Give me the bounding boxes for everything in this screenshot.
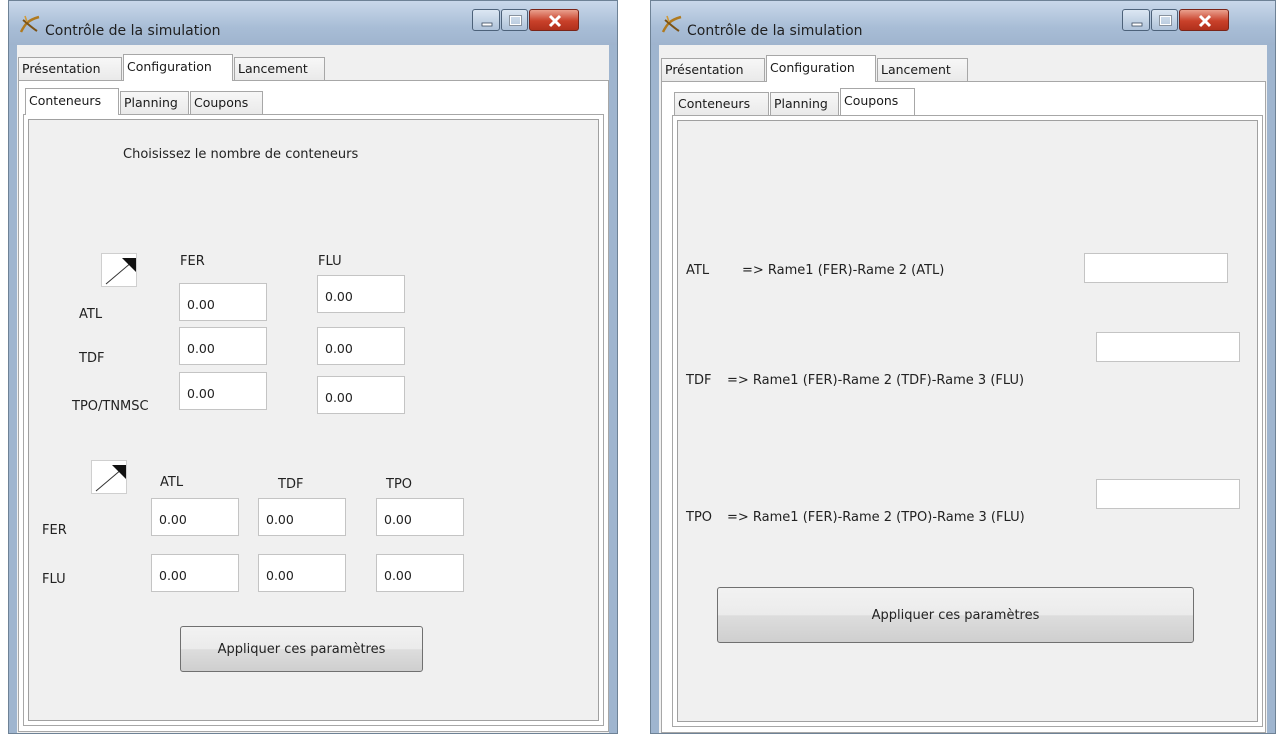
minimize-icon: [481, 22, 493, 27]
tab-planning[interactable]: Planning: [770, 92, 839, 116]
configuration-panel: Conteneurs Planning Coupons ATL => Rame1…: [661, 81, 1266, 733]
grid2-row-label: FER: [42, 523, 67, 538]
window-client: Présentation Configuration Lancement Con…: [659, 45, 1267, 733]
tab-coupons[interactable]: Coupons: [840, 88, 915, 115]
minimize-button[interactable]: [1122, 9, 1150, 31]
grid1-col-header: FLU: [318, 254, 342, 269]
flu-tpo-field[interactable]: [376, 554, 464, 592]
coupons-content: ATL => Rame1 (FER)-Rame 2 (ATL) TDF => R…: [677, 120, 1258, 722]
tab-label: Coupons: [194, 95, 249, 110]
conteneurs-panel: Choisissez le nombre de conteneurs FER F…: [23, 114, 604, 726]
grid1-row-label: TPO/TNMSC: [72, 399, 149, 414]
tab-configuration[interactable]: Configuration: [766, 55, 876, 82]
configuration-panel: Conteneurs Planning Coupons Choisissez l…: [18, 80, 609, 732]
grid1-row-label: TDF: [79, 351, 105, 366]
window-coupons: Contrôle de la simulation Présentation C…: [650, 0, 1276, 734]
coupon-route: => Rame1 (FER)-Rame 2 (TPO)-Rame 3 (FLU): [727, 510, 1025, 525]
grid2-col-header: TPO: [386, 477, 413, 492]
tab-label: Planning: [774, 96, 828, 111]
close-button[interactable]: [1179, 9, 1229, 31]
tab-label: Lancement: [881, 62, 951, 77]
coupon-code: TDF: [686, 373, 712, 388]
conteneurs-content: Choisissez le nombre de conteneurs FER F…: [28, 119, 599, 721]
tab-label: Conteneurs: [678, 96, 751, 111]
close-icon: [548, 14, 562, 28]
tab-lancement[interactable]: Lancement: [234, 57, 325, 81]
tab-planning[interactable]: Planning: [120, 91, 189, 115]
apply-button[interactable]: Appliquer ces paramètres: [180, 626, 423, 672]
tab-presentation[interactable]: Présentation: [661, 58, 765, 82]
grid2-col-header: ATL: [160, 475, 184, 490]
grid2-col-header: TDF: [278, 477, 304, 492]
minimize-icon: [1131, 22, 1143, 27]
grid1-col-header: FER: [180, 254, 205, 269]
maximize-button[interactable]: [501, 9, 528, 31]
fer-atl-field[interactable]: [151, 498, 239, 536]
heading-text: Choisissez le nombre de conteneurs: [123, 147, 359, 162]
grid1-row-label: ATL: [79, 307, 103, 322]
grid1-corner: [101, 253, 137, 287]
atl-flu-field[interactable]: [317, 275, 405, 313]
coupon-code: TPO: [686, 510, 713, 525]
tab-label: Présentation: [665, 62, 744, 77]
tab-label: Lancement: [238, 61, 308, 76]
title-bar[interactable]: Contrôle de la simulation: [651, 1, 1275, 45]
app-icon: [661, 15, 682, 33]
fer-tdf-field[interactable]: [258, 498, 346, 536]
tab-label: Planning: [124, 95, 178, 110]
tpo-flu-field[interactable]: [317, 376, 405, 414]
tdf-flu-field[interactable]: [317, 327, 405, 365]
fer-tpo-field[interactable]: [376, 498, 464, 536]
tab-label: Configuration: [127, 59, 212, 74]
corner-arrow-icon: [95, 465, 126, 492]
tab-lancement[interactable]: Lancement: [877, 58, 968, 82]
maximize-button[interactable]: [1151, 9, 1178, 31]
coupon-code: ATL: [686, 263, 710, 278]
coupon-tdf-field[interactable]: [1096, 332, 1240, 362]
window-conteneurs: Contrôle de la simulation Présentation C…: [8, 0, 618, 734]
minimize-button[interactable]: [472, 9, 500, 31]
tab-label: Présentation: [22, 61, 101, 76]
coupon-route: => Rame1 (FER)-Rame 2 (ATL): [742, 263, 945, 278]
maximize-icon: [509, 15, 522, 26]
tab-presentation[interactable]: Présentation: [18, 57, 122, 81]
app-icon: [19, 15, 40, 33]
window-title: Contrôle de la simulation: [687, 23, 863, 39]
tab-label: Conteneurs: [29, 93, 102, 108]
flu-tdf-field[interactable]: [258, 554, 346, 592]
tdf-fer-field[interactable]: [179, 327, 267, 365]
window-title: Contrôle de la simulation: [45, 23, 221, 39]
window-client: Présentation Configuration Lancement Con…: [17, 45, 609, 733]
coupon-route: => Rame1 (FER)-Rame 2 (TDF)-Rame 3 (FLU): [727, 373, 1025, 388]
tpo-fer-field[interactable]: [179, 372, 267, 410]
atl-fer-field[interactable]: [179, 283, 267, 321]
corner-arrow-icon: [105, 258, 136, 285]
coupon-atl-field[interactable]: [1084, 253, 1228, 283]
grid2-corner: [91, 460, 127, 494]
tab-conteneurs[interactable]: Conteneurs: [25, 88, 119, 115]
apply-button[interactable]: Appliquer ces paramètres: [717, 587, 1194, 643]
close-button[interactable]: [529, 9, 579, 31]
tab-coupons[interactable]: Coupons: [190, 91, 263, 115]
tab-configuration[interactable]: Configuration: [123, 54, 233, 81]
tab-conteneurs[interactable]: Conteneurs: [674, 92, 769, 116]
tab-label: Configuration: [770, 60, 855, 75]
close-icon: [1198, 14, 1212, 28]
grid2-row-label: FLU: [42, 572, 66, 587]
title-bar[interactable]: Contrôle de la simulation: [9, 1, 617, 45]
coupon-tpo-field[interactable]: [1096, 479, 1240, 509]
coupons-panel: ATL => Rame1 (FER)-Rame 2 (ATL) TDF => R…: [672, 115, 1263, 727]
tab-label: Coupons: [844, 93, 899, 108]
flu-atl-field[interactable]: [151, 554, 239, 592]
maximize-icon: [1159, 15, 1172, 26]
